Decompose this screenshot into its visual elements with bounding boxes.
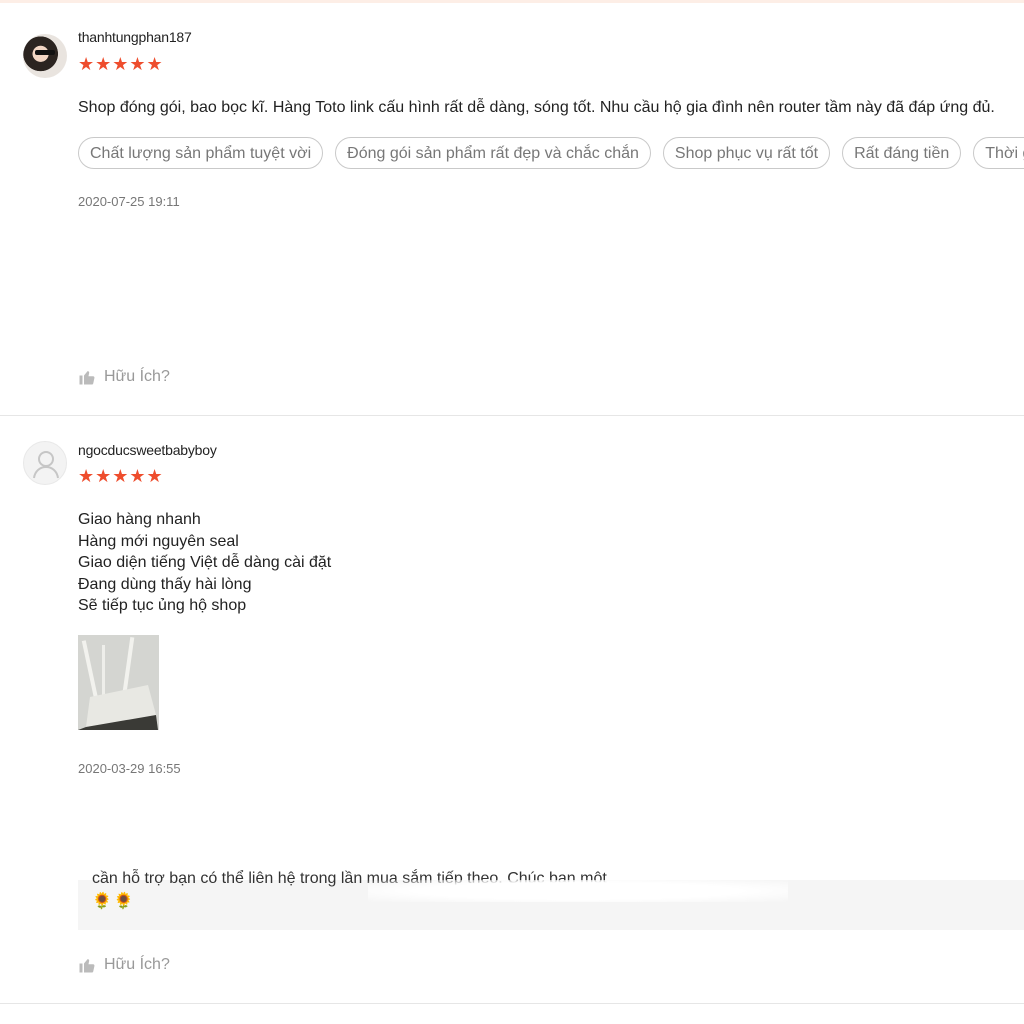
review-photo[interactable] xyxy=(78,635,159,730)
review-tags: Chất lượng sản phẩm tuyệt vời Đóng gói s… xyxy=(78,137,1024,169)
review-date: 2020-07-25 19:11 xyxy=(78,194,180,209)
review-date: 2020-03-29 16:55 xyxy=(78,761,181,776)
user-avatar[interactable] xyxy=(23,441,67,485)
rating-stars: ★★★★★ xyxy=(78,54,164,74)
thumbs-up-icon xyxy=(79,371,95,385)
helpful-label: Hữu Ích? xyxy=(104,956,170,973)
rating-stars: ★★★★★ xyxy=(78,466,164,486)
tag-chip: Thời gia xyxy=(973,137,1024,169)
tag-chip: Rất đáng tiền xyxy=(842,137,962,169)
review-text: Giao hàng nhanh Hàng mới nguyên seal Gia… xyxy=(78,511,332,614)
redaction xyxy=(368,880,788,902)
user-avatar[interactable] xyxy=(23,34,67,78)
default-user-icon xyxy=(33,451,59,479)
username[interactable]: thanhtungphan187 xyxy=(78,29,192,45)
review-text: Shop đóng gói, bao bọc kĩ. Hàng Toto lin… xyxy=(78,99,995,116)
thumbs-up-icon xyxy=(79,959,95,973)
review-divider xyxy=(0,1003,1024,1004)
sunflower-emoji: 🌻🌻 xyxy=(92,893,136,910)
router-photo xyxy=(78,635,159,730)
review-divider xyxy=(0,415,1024,416)
tag-chip: Đóng gói sản phẩm rất đẹp và chắc chắn xyxy=(335,137,651,169)
tag-chip: Shop phục vụ rất tốt xyxy=(662,137,831,169)
tag-chip: Chất lượng sản phẩm tuyệt vời xyxy=(78,137,324,169)
helpful-label: Hữu Ích? xyxy=(104,368,170,385)
helpful-button[interactable]: Hữu Ích? xyxy=(78,368,170,386)
username[interactable]: ngocducsweetbabyboy xyxy=(78,442,217,458)
top-border xyxy=(0,0,1024,3)
helpful-button[interactable]: Hữu Ích? xyxy=(78,956,170,974)
seller-reply: cần hỗ trợ bạn có thể liên hệ trong lần … xyxy=(78,870,1024,930)
